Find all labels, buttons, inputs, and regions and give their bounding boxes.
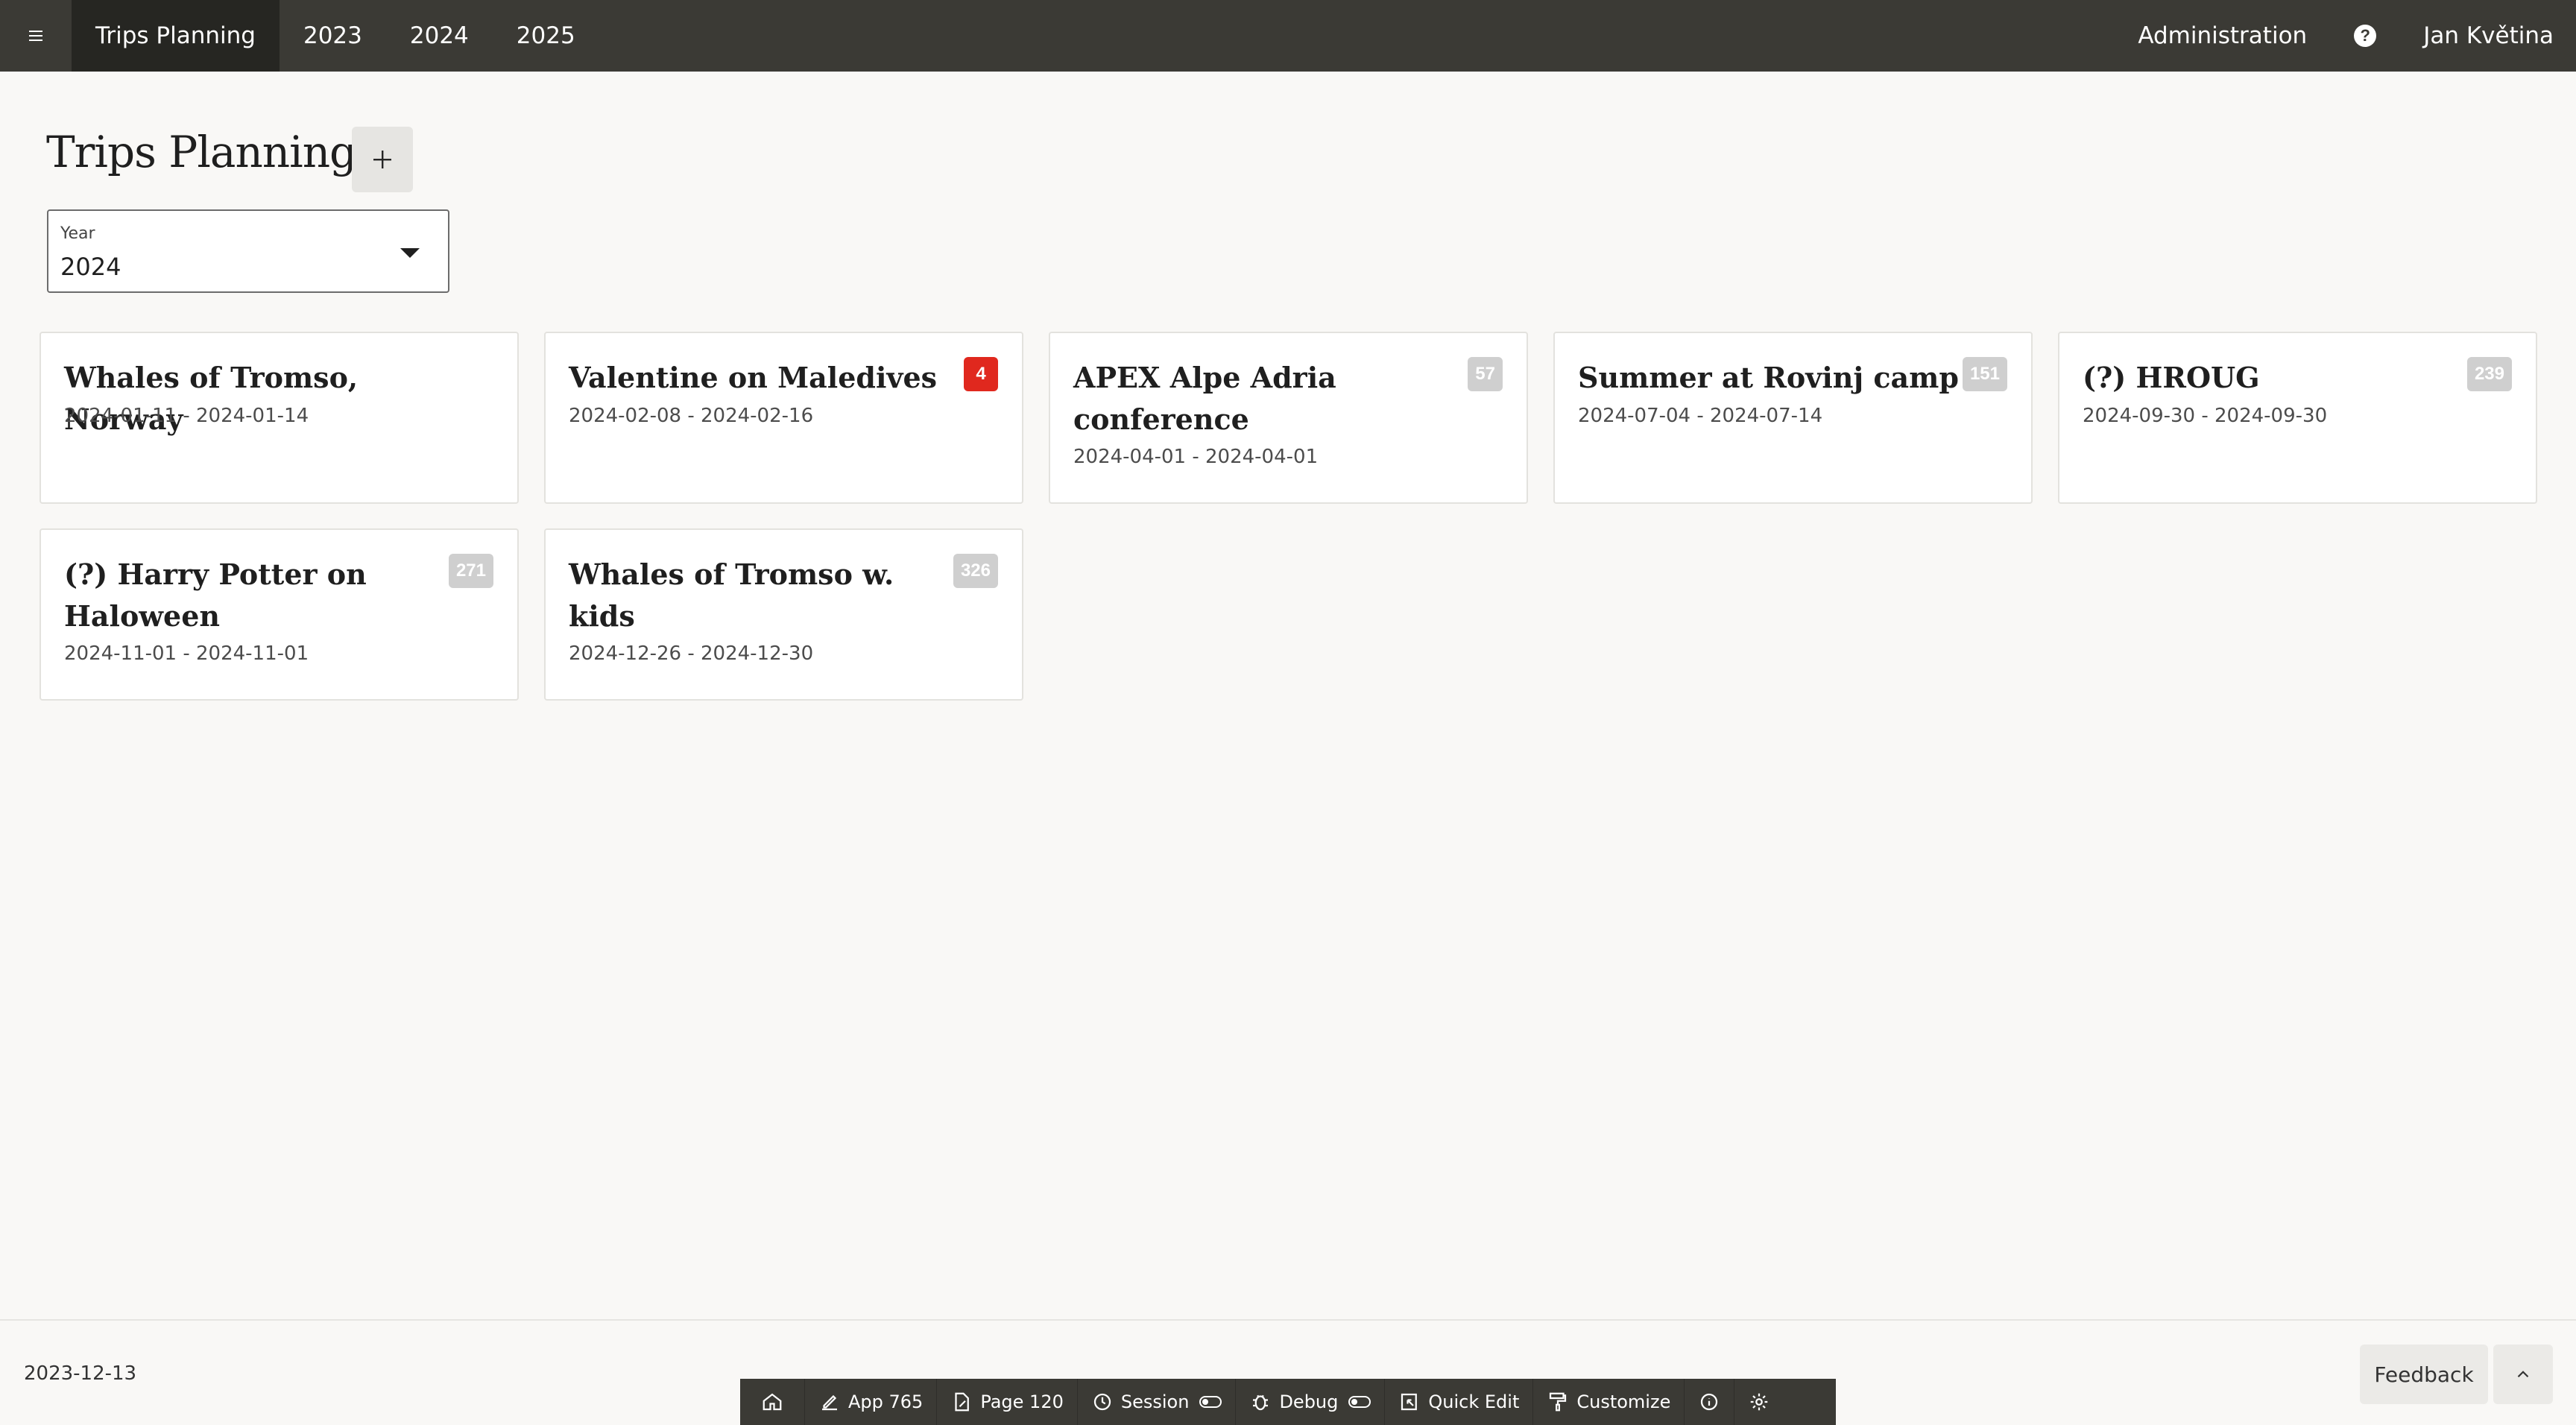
- quick-edit-icon: [1401, 1393, 1418, 1411]
- chevron-up-icon: [2517, 1371, 2529, 1378]
- trip-card[interactable]: (?) Harry Potter on Haloween 2024-11-01 …: [40, 528, 519, 701]
- toolbar-quick-edit-label: Quick Edit: [1428, 1391, 1520, 1412]
- toolbar-customize-button[interactable]: Customize: [1533, 1379, 1685, 1425]
- trip-card-dates: 2024-01-11 - 2024-01-14: [64, 405, 309, 427]
- trip-card[interactable]: Valentine on Maledives 2024-02-08 - 2024…: [544, 332, 1023, 504]
- toolbar-home-button[interactable]: [748, 1379, 805, 1425]
- year-select[interactable]: Year 2024: [47, 209, 449, 293]
- toolbar-customize-label: Customize: [1576, 1391, 1671, 1412]
- scroll-to-top-button[interactable]: [2493, 1345, 2553, 1404]
- info-icon: [1701, 1393, 1718, 1411]
- trip-card-dates: 2024-12-26 - 2024-12-30: [569, 642, 814, 665]
- nav-item-administration[interactable]: Administration: [2115, 0, 2329, 72]
- trip-card-badge: 326: [953, 554, 998, 588]
- toolbar-session-label: Session: [1120, 1391, 1190, 1412]
- toolbar-app-button[interactable]: App 765: [805, 1379, 938, 1425]
- home-icon: [763, 1393, 782, 1411]
- trip-card-title: Whales of Tromso w. kids: [569, 557, 894, 633]
- toolbar-page-button[interactable]: Page 120: [937, 1379, 1078, 1425]
- add-trip-button[interactable]: [352, 127, 413, 192]
- trip-card-dates: 2024-07-04 - 2024-07-14: [1578, 405, 1823, 427]
- nav-item-2025[interactable]: 2025: [493, 0, 599, 72]
- page-title: Trips Planning: [46, 127, 357, 177]
- trip-card-badge: 151: [1962, 357, 2007, 391]
- trip-card[interactable]: Whales of Tromso w. kids 2024-12-26 - 20…: [544, 528, 1023, 701]
- trip-card-badge: 57: [1468, 357, 1503, 391]
- edit-icon: [822, 1394, 837, 1411]
- trip-card-dates: 2024-02-08 - 2024-02-16: [569, 405, 814, 427]
- trip-card-dates: 2024-04-01 - 2024-04-01: [1073, 446, 1319, 468]
- top-right-nav: Administration ? Jan Květina: [2115, 0, 2576, 72]
- nav-item-trips-planning[interactable]: Trips Planning: [72, 0, 280, 72]
- trip-card-title: (?) Harry Potter on Haloween: [64, 557, 367, 633]
- trip-card[interactable]: (?) HROUG 2024-09-30 - 2024-09-30 239: [2058, 332, 2537, 504]
- trip-card-badge: 271: [448, 554, 493, 588]
- nav-item-2024[interactable]: 2024: [386, 0, 493, 72]
- trip-card-dates: 2024-11-01 - 2024-11-01: [64, 642, 309, 665]
- gear-icon: [1751, 1393, 1768, 1411]
- toolbar-debug-button[interactable]: Debug: [1236, 1379, 1386, 1425]
- chevron-down-icon: [400, 248, 420, 258]
- trip-card[interactable]: Whales of Tromso, Norway 2024-01-11 - 20…: [40, 332, 519, 504]
- plus-icon: [373, 151, 391, 168]
- session-toggle-icon: [1199, 1396, 1222, 1408]
- trip-card[interactable]: Summer at Rovinj camp 2024-07-04 - 2024-…: [1553, 332, 2033, 504]
- debug-toggle-icon: [1348, 1396, 1371, 1408]
- trip-card-badge: 4: [964, 357, 998, 391]
- nav-item-2023[interactable]: 2023: [280, 0, 386, 72]
- footer-date: 2023-12-13: [24, 1362, 137, 1385]
- hamburger-menu-button[interactable]: [0, 0, 72, 72]
- developer-toolbar: App 765 Page 120 Session Debug Quick Edi…: [740, 1379, 1836, 1425]
- trip-card-title: Valentine on Maledives: [569, 361, 938, 394]
- page-edit-icon: [955, 1392, 970, 1412]
- question-circle-icon: ?: [2354, 25, 2377, 47]
- toolbar-page-label: Page 120: [980, 1391, 1064, 1412]
- toolbar-info-button[interactable]: [1685, 1379, 1735, 1425]
- hamburger-icon: [29, 31, 42, 41]
- trip-card-title: APEX Alpe Adria conference: [1073, 361, 1336, 436]
- toolbar-settings-button[interactable]: [1734, 1379, 1784, 1425]
- toolbar-quick-edit-button[interactable]: Quick Edit: [1385, 1379, 1534, 1425]
- trip-card-title: Summer at Rovinj camp: [1578, 361, 1959, 394]
- trip-card-dates: 2024-09-30 - 2024-09-30: [2083, 405, 2328, 427]
- trip-card[interactable]: APEX Alpe Adria conference 2024-04-01 - …: [1049, 332, 1528, 504]
- bug-icon: [1253, 1394, 1269, 1411]
- toolbar-debug-label: Debug: [1279, 1391, 1339, 1412]
- help-button[interactable]: ?: [2329, 0, 2401, 72]
- toolbar-session-button[interactable]: Session: [1078, 1379, 1237, 1425]
- trip-card-badge: 239: [2466, 357, 2512, 391]
- trip-card-title: (?) HROUG: [2083, 361, 2260, 394]
- paint-roller-icon: [1550, 1392, 1567, 1412]
- clock-icon: [1093, 1393, 1111, 1411]
- footer-divider: [0, 1319, 2576, 1321]
- user-menu[interactable]: Jan Květina: [2401, 0, 2576, 72]
- year-select-label: Year: [60, 224, 95, 243]
- year-select-value: 2024: [60, 253, 121, 281]
- feedback-button[interactable]: Feedback: [2360, 1345, 2488, 1404]
- trip-card-title: Whales of Tromso, Norway: [64, 361, 359, 436]
- top-navigation-bar: Trips Planning 2023 2024 2025 Administra…: [0, 0, 2576, 72]
- toolbar-app-label: App 765: [848, 1391, 924, 1412]
